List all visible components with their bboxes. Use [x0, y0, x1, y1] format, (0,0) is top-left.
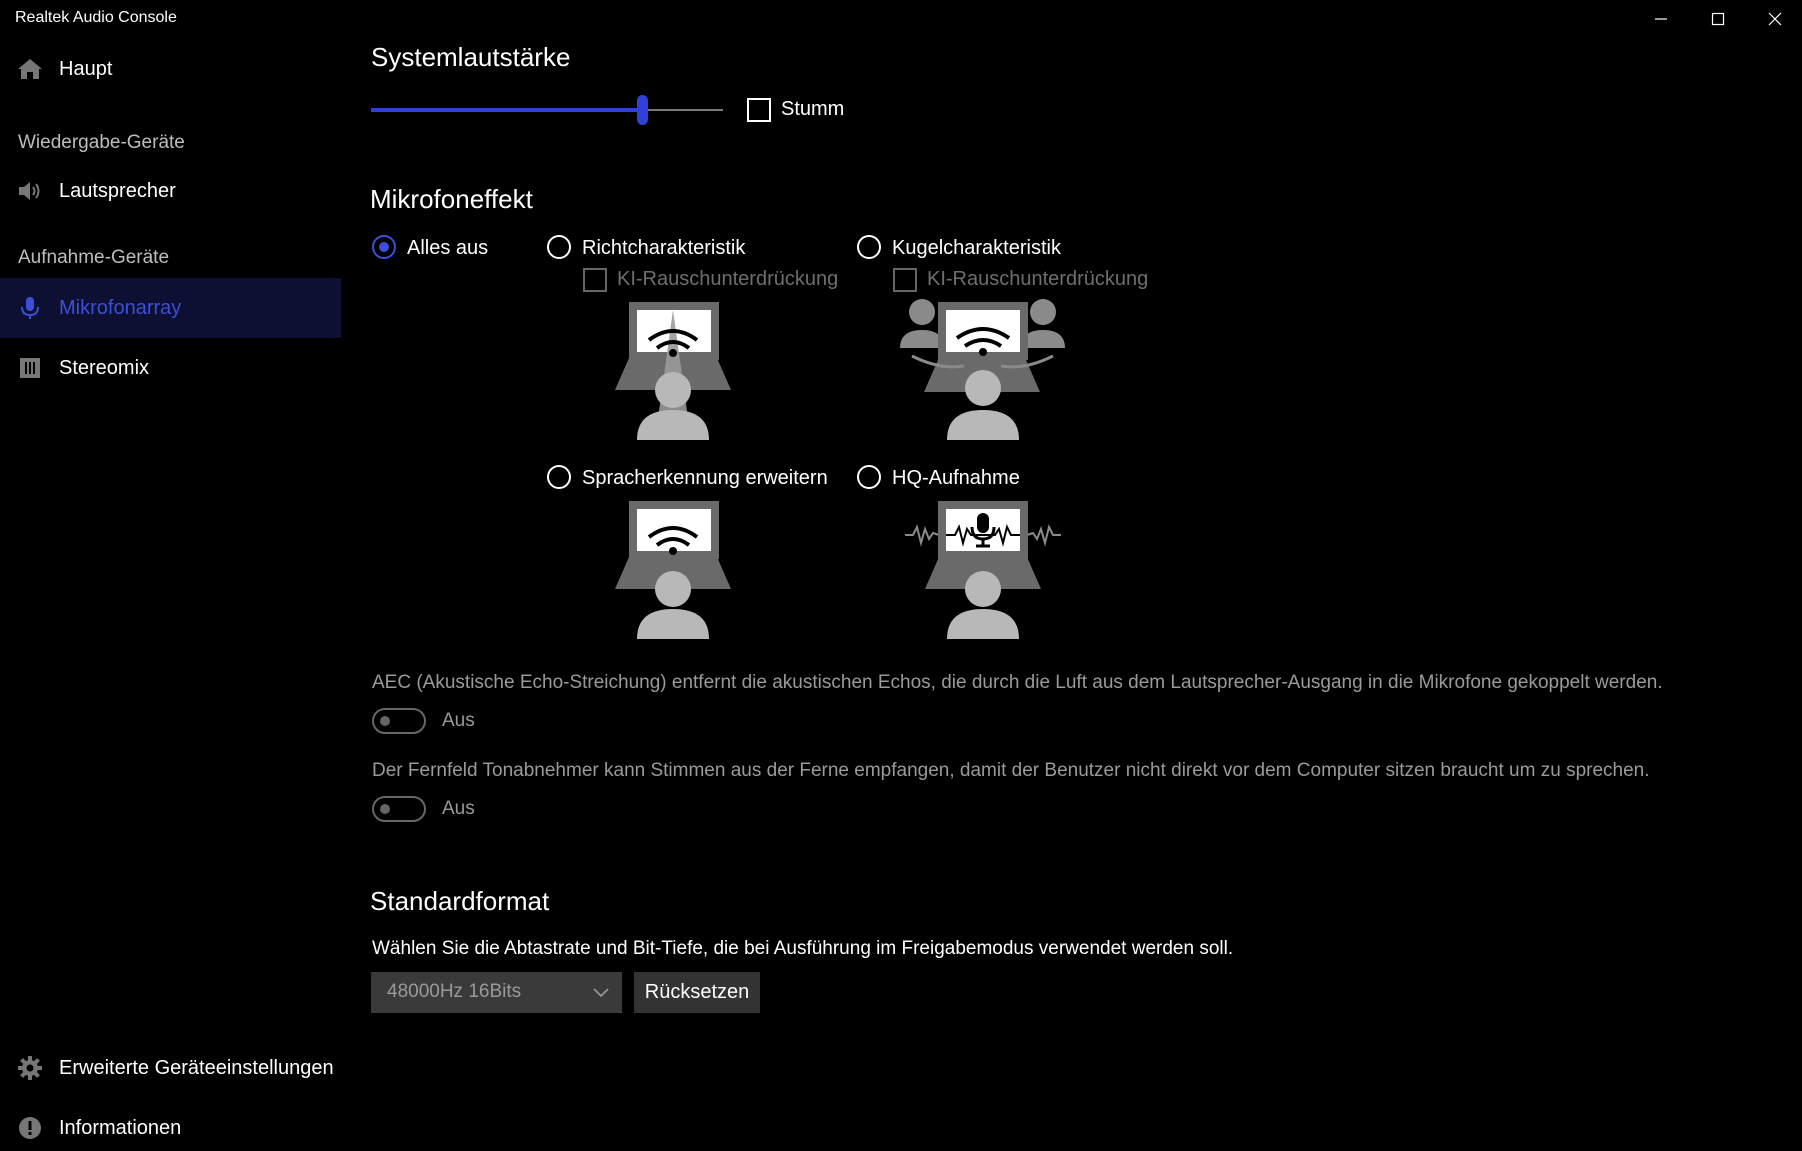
section-title-default-format: Standardformat: [370, 886, 550, 916]
radio-label-kugelcharakteristik: Kugelcharakteristik: [892, 237, 1061, 259]
sidebar-item-informationen[interactable]: Informationen: [0, 1098, 341, 1151]
section-header-playback: Wiedergabe-Geräte: [18, 132, 185, 153]
sidebar-item-erweiterte-einstellungen[interactable]: Erweiterte Geräteeinstellungen: [0, 1038, 341, 1098]
sidebar-item-lautsprecher[interactable]: Lautsprecher: [0, 161, 341, 221]
section-title-mic-effect: Mikrofoneffekt: [370, 184, 533, 214]
ki-noise-checkbox-kugel[interactable]: [893, 268, 917, 292]
microphone-icon: [16, 294, 44, 322]
gear-icon: [16, 1054, 44, 1082]
window-title: Realtek Audio Console: [15, 9, 177, 26]
minimize-icon: [1654, 18, 1667, 20]
section-title-volume: Systemlautstärke: [371, 42, 571, 72]
radio-richtcharakteristik[interactable]: [547, 235, 571, 259]
format-select[interactable]: 48000Hz 16Bits: [371, 972, 622, 1013]
farfield-toggle[interactable]: [372, 796, 426, 822]
sidebar-item-label: Mikrofonarray: [59, 296, 182, 319]
section-header-recording: Aufnahme-Geräte: [18, 247, 170, 268]
reset-button[interactable]: Rücksetzen: [634, 972, 760, 1013]
volume-slider[interactable]: [371, 93, 723, 127]
radio-alles-aus[interactable]: [372, 235, 396, 259]
omnidirectional-illustration-icon: [900, 299, 1065, 440]
radio-kugelcharakteristik[interactable]: [857, 235, 881, 259]
aec-description: AEC (Akustische Echo-Streichung) entfern…: [372, 672, 1663, 693]
chevron-down-icon: [593, 988, 609, 998]
info-icon: [16, 1114, 44, 1142]
sidebar-item-label: Haupt: [59, 57, 113, 80]
maximize-button[interactable]: [1689, 0, 1746, 38]
app-window: Realtek Audio Console Haupt Wiedergabe-G…: [0, 0, 1802, 1151]
sidebar: Haupt Wiedergabe-Geräte Lautsprecher Auf…: [0, 38, 341, 1151]
hq-recording-illustration-icon: [905, 501, 1061, 639]
sidebar-item-label: Informationen: [59, 1116, 182, 1139]
ki-noise-label-kugel: KI-Rauschunterdrückung: [927, 268, 1149, 290]
farfield-description: Der Fernfeld Tonabnehmer kann Stimmen au…: [372, 760, 1650, 781]
sidebar-item-label: Lautsprecher: [59, 179, 176, 202]
radio-hq-aufnahme[interactable]: [857, 465, 881, 489]
speaker-icon: [16, 177, 44, 205]
format-select-value: 48000Hz 16Bits: [387, 981, 522, 1002]
directional-illustration-icon: [615, 302, 731, 440]
slider-thumb[interactable]: [637, 95, 648, 125]
aec-toggle[interactable]: [372, 708, 426, 734]
farfield-toggle-label: Aus: [442, 798, 475, 819]
title-bar: Realtek Audio Console: [0, 0, 1802, 38]
close-icon: [1768, 12, 1781, 26]
sidebar-item-label: Erweiterte Geräteeinstellungen: [59, 1056, 334, 1079]
aec-toggle-label: Aus: [442, 710, 475, 731]
sidebar-item-haupt[interactable]: Haupt: [0, 39, 341, 99]
default-format-description: Wählen Sie die Abtastrate und Bit-Tiefe,…: [372, 938, 1234, 959]
radio-label-richtcharakteristik: Richtcharakteristik: [582, 237, 746, 259]
speech-recognition-illustration-icon: [615, 501, 731, 639]
slider-fill: [371, 108, 642, 112]
sidebar-item-mikrofonarray[interactable]: Mikrofonarray: [0, 278, 341, 338]
radio-label-hq-aufnahme: HQ-Aufnahme: [892, 467, 1020, 489]
radio-spracherkennung[interactable]: [547, 465, 571, 489]
radio-label-alles-aus: Alles aus: [407, 237, 489, 259]
ki-noise-label-richt: KI-Rauschunterdrückung: [617, 268, 839, 290]
minimize-button[interactable]: [1632, 0, 1689, 38]
sidebar-item-stereomix[interactable]: Stereomix: [0, 338, 341, 398]
ki-noise-checkbox-richt[interactable]: [583, 268, 607, 292]
close-button[interactable]: [1746, 0, 1802, 38]
maximize-icon: [1711, 12, 1724, 26]
home-icon: [16, 55, 44, 83]
radio-label-spracherkennung: Spracherkennung erweitern: [582, 467, 828, 489]
mute-checkbox[interactable]: [747, 98, 771, 122]
sidebar-item-label: Stereomix: [59, 356, 150, 379]
stereomix-icon: [16, 354, 44, 382]
mute-label: Stumm: [781, 98, 845, 120]
